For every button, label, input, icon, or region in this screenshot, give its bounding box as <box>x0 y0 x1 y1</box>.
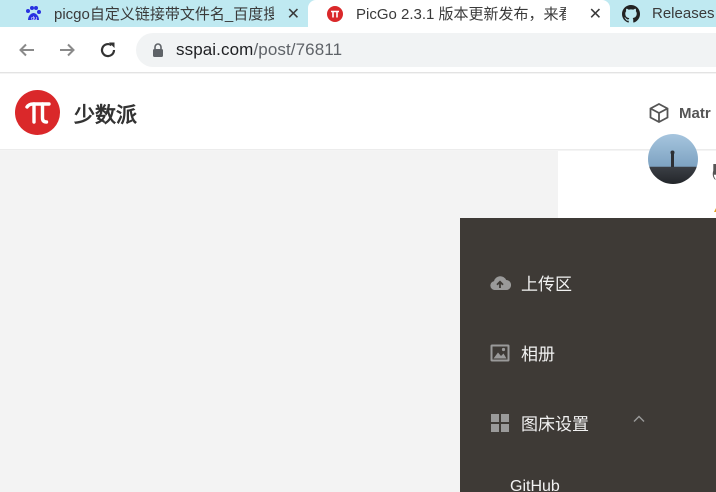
tab-title: picgo自定义链接带文件名_百度搜索 <box>54 6 274 23</box>
github-icon <box>622 4 640 23</box>
menu-item-image-host-settings[interactable]: 图床设置 <box>489 410 589 435</box>
url-text: sspai.com/post/76811 <box>176 40 342 60</box>
site-header: 少数派 Matr <box>0 74 716 150</box>
author-meta-fragment: ( <box>712 166 716 180</box>
forward-button[interactable] <box>54 37 80 63</box>
menu-item-label: 图床设置 <box>521 415 589 434</box>
url-domain: sspai.com <box>176 40 254 59</box>
address-bar[interactable]: sspai.com/post/76811 <box>136 33 716 67</box>
baidu-paw-icon: du <box>24 5 42 23</box>
tab-title: Releases <box>652 5 715 22</box>
chevron-up-icon[interactable] <box>632 412 646 426</box>
tab-github-releases[interactable]: Releases <box>610 0 716 27</box>
site-name[interactable]: 少数派 <box>74 99 137 129</box>
sidebar-badge-fragment: ▲ <box>712 204 716 215</box>
submenu-item-github[interactable]: GitHub <box>510 478 560 492</box>
author-avatar[interactable] <box>648 134 698 184</box>
browser-tab-strip: du picgo自定义链接带文件名_百度搜索 ✕ PicGo 2.3.1 版本更… <box>0 0 716 27</box>
svg-text:du: du <box>31 16 37 22</box>
pi-logo-icon <box>24 101 51 124</box>
lock-icon <box>153 43 163 57</box>
close-tab-icon[interactable]: ✕ <box>589 0 602 27</box>
reload-icon <box>100 42 116 58</box>
cloud-upload-icon <box>489 272 511 294</box>
tab-baidu-search[interactable]: du picgo自定义链接带文件名_百度搜索 ✕ <box>0 0 308 27</box>
matrix-cube-icon <box>649 102 669 124</box>
browser-toolbar: sspai.com/post/76811 <box>0 27 716 73</box>
back-button[interactable] <box>14 37 40 63</box>
menu-item-upload[interactable]: 上传区 <box>489 270 572 295</box>
menu-item-gallery[interactable]: 相册 <box>489 340 555 365</box>
menu-item-label: 上传区 <box>521 275 572 294</box>
reload-button[interactable] <box>95 37 121 63</box>
image-icon <box>489 342 511 364</box>
matrix-nav-link[interactable]: Matr <box>648 102 711 124</box>
picgo-side-menu: 上传区 相册 图床设置 GitHub <box>460 218 716 492</box>
tab-title: PicGo 2.3.1 版本更新发布，来看看吧 <box>356 6 566 23</box>
forward-arrow-icon <box>60 43 75 57</box>
menu-item-label: 相册 <box>521 345 555 364</box>
close-tab-icon[interactable]: ✕ <box>287 0 300 27</box>
grid-icon <box>489 412 511 434</box>
url-path: /post/76811 <box>253 40 343 59</box>
sspai-logo-icon <box>326 5 344 23</box>
matrix-label: Matr <box>679 104 711 122</box>
back-arrow-icon <box>19 43 34 57</box>
site-logo[interactable] <box>15 90 60 135</box>
tab-sspai-active[interactable]: PicGo 2.3.1 版本更新发布，来看看吧 ✕ <box>308 0 610 27</box>
